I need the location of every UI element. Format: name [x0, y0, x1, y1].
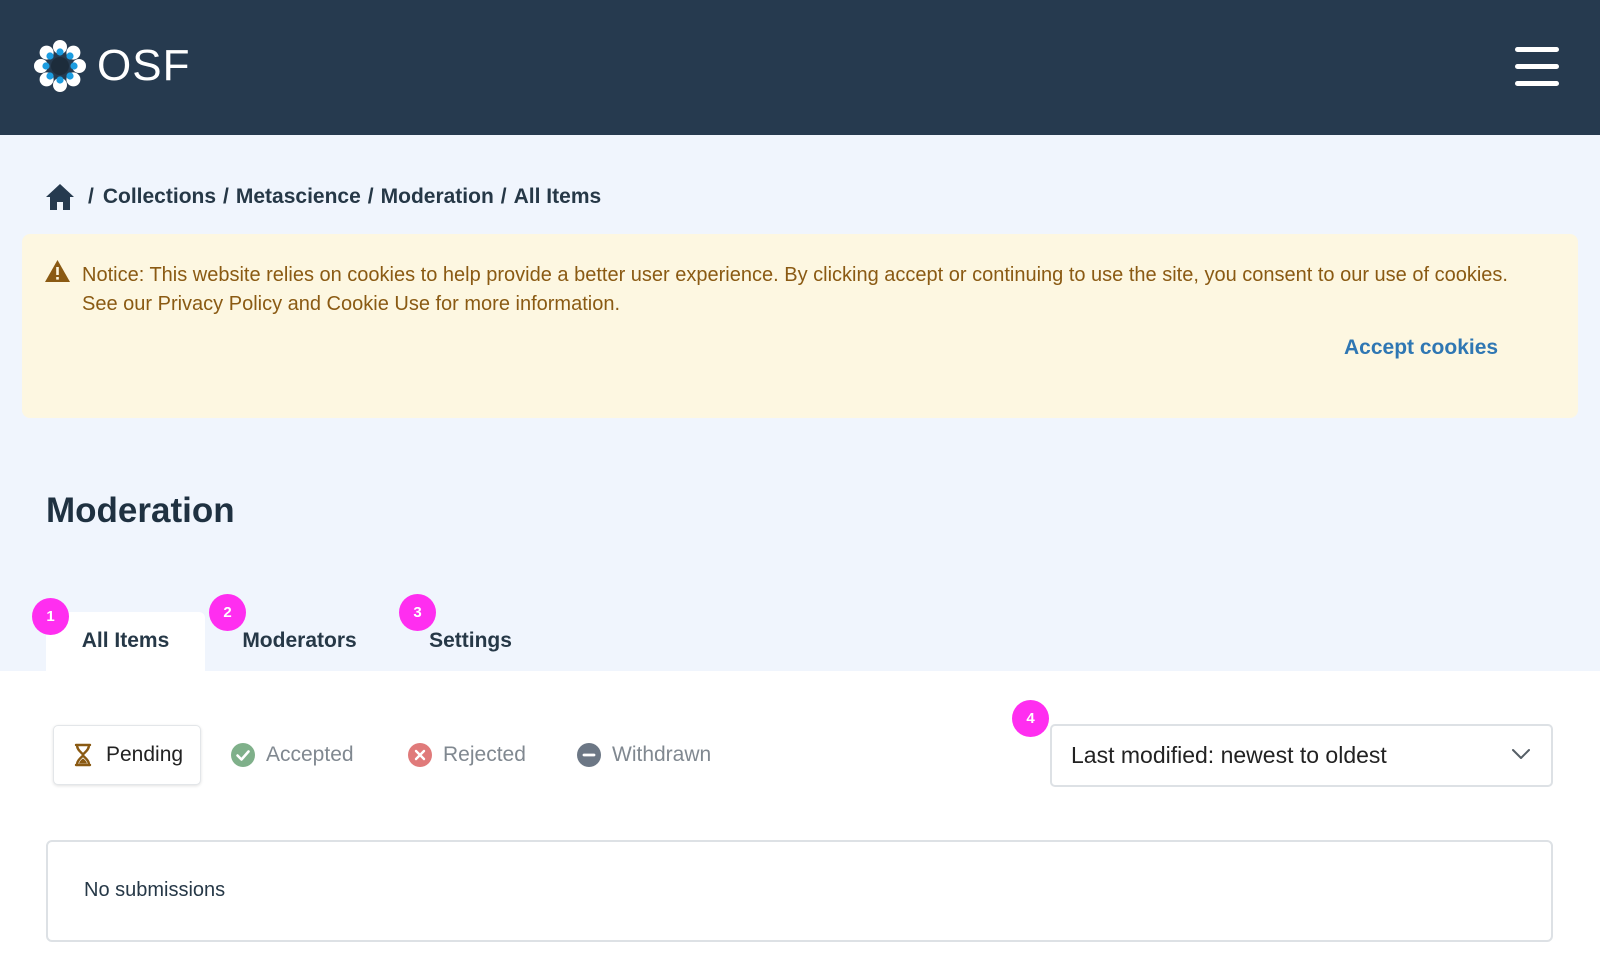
- warning-icon: [45, 260, 70, 282]
- filter-withdrawn[interactable]: Withdrawn: [577, 725, 711, 785]
- cookie-notice-text: Notice: This website relies on cookies t…: [82, 264, 1508, 315]
- submissions-list: No submissions: [46, 840, 1553, 942]
- breadcrumb-all-items: All Items: [513, 185, 602, 208]
- page-title: Moderation: [46, 491, 235, 530]
- filter-label: Pending: [106, 743, 184, 766]
- annotation-badge-4: 4: [1012, 700, 1049, 737]
- chevron-down-icon: [1512, 749, 1530, 759]
- annotation-badge-1: 1: [32, 598, 69, 635]
- breadcrumb-separator: /: [88, 185, 94, 208]
- logo-text: OSF: [97, 41, 191, 90]
- breadcrumb-separator: /: [500, 185, 507, 208]
- breadcrumb-collections[interactable]: Collections: [103, 185, 216, 209]
- filter-label: Accepted: [266, 743, 354, 766]
- filter-label: Withdrawn: [612, 743, 712, 766]
- top-navbar: OSF: [0, 0, 1600, 135]
- tab-all-items[interactable]: All Items: [46, 612, 205, 672]
- moderation-content: Pending Accepted Rejected Withdrawn Last…: [0, 671, 1600, 967]
- filter-accepted[interactable]: Accepted: [231, 725, 354, 785]
- minus-circle-icon: [577, 743, 601, 767]
- osf-flower-logo-icon: [34, 40, 86, 92]
- filter-pending[interactable]: Pending: [53, 725, 202, 785]
- sort-selected-value: Last modified: newest to oldest: [1071, 742, 1387, 768]
- check-circle-icon: [231, 743, 255, 767]
- tab-label: Settings: [429, 629, 512, 652]
- breadcrumb-separator: /: [223, 185, 229, 208]
- empty-state-text: No submissions: [84, 879, 226, 901]
- filter-rejected[interactable]: Rejected: [408, 725, 526, 785]
- x-circle-icon: [408, 743, 432, 767]
- breadcrumb: / Collections / Metascience / Moderation…: [45, 183, 601, 211]
- tab-label: All Items: [81, 629, 170, 652]
- annotation-badge-3: 3: [399, 594, 436, 631]
- hamburger-menu-icon[interactable]: [1515, 47, 1559, 87]
- osf-logo[interactable]: OSF: [32, 38, 190, 94]
- cookie-notice: Notice: This website relies on cookies t…: [22, 234, 1578, 418]
- sort-dropdown[interactable]: Last modified: newest to oldest: [1050, 724, 1553, 787]
- filter-label: Rejected: [443, 743, 526, 766]
- breadcrumb-metascience[interactable]: Metascience: [236, 185, 361, 209]
- accept-cookies-button[interactable]: Accept cookies: [1344, 336, 1498, 360]
- tab-label: Moderators: [242, 629, 357, 652]
- hourglass-icon: [74, 743, 92, 767]
- tab-moderators[interactable]: Moderators: [228, 612, 371, 672]
- annotation-badge-2: 2: [209, 594, 246, 631]
- breadcrumb-moderation[interactable]: Moderation: [381, 185, 494, 209]
- breadcrumb-separator: /: [367, 185, 374, 208]
- home-icon[interactable]: [45, 183, 75, 211]
